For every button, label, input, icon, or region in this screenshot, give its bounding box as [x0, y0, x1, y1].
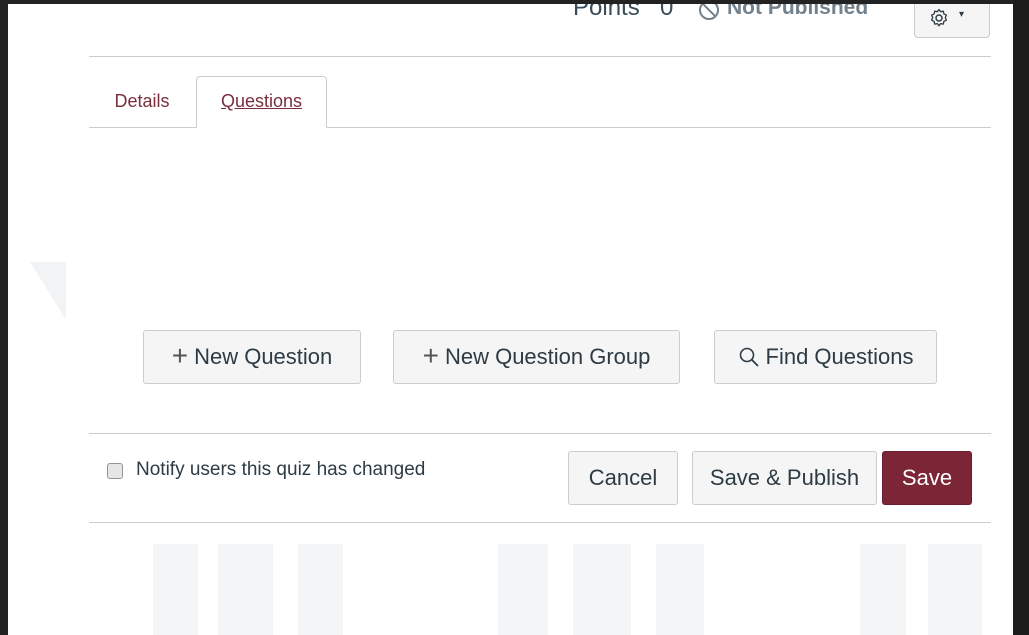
points-value: 0 [660, 4, 674, 21]
new-question-group-label: New Question Group [444, 344, 651, 369]
save-button[interactable]: Save [882, 451, 972, 505]
find-questions-button[interactable]: Find Questions [714, 330, 937, 384]
cancel-button[interactable]: Cancel [568, 451, 678, 505]
new-question-button[interactable]: + New Question [143, 330, 361, 384]
background-shape [218, 544, 273, 635]
new-question-label: New Question [194, 344, 333, 369]
save-publish-button[interactable]: Save & Publish [692, 451, 877, 505]
tab-questions[interactable]: Questions [196, 76, 327, 128]
find-questions-label: Find Questions [765, 344, 914, 369]
background-shape [656, 544, 704, 635]
gear-icon [930, 8, 948, 27]
tab-details[interactable]: Details [89, 76, 195, 126]
notify-users-checkbox[interactable] [107, 463, 123, 479]
search-icon [739, 347, 758, 367]
background-shape [30, 262, 66, 320]
quiz-editor-page: Points 0 Not Published ▾ Details Questio… [8, 4, 1013, 635]
plus-icon: + [422, 340, 439, 371]
save-label: Save [901, 465, 953, 490]
notify-users-label: Notify users this quiz has changed [136, 459, 426, 480]
publish-status: Not Published [727, 4, 869, 19]
chevron-down-icon: ▾ [959, 9, 965, 20]
quiz-header: Points 0 Not Published ▾ [8, 4, 1013, 56]
background-shape [298, 544, 343, 635]
background-shape [573, 544, 631, 635]
settings-menu-button[interactable]: ▾ [914, 4, 990, 38]
header-divider [89, 56, 991, 57]
background-shape [860, 544, 906, 635]
window-edge [1013, 0, 1029, 635]
quiz-tabs: Details Questions [89, 76, 991, 128]
plus-icon: + [171, 340, 189, 371]
not-published-icon [699, 4, 719, 20]
background-shape [153, 544, 198, 635]
footer-top-divider [89, 433, 991, 434]
tab-baseline-right [327, 127, 991, 128]
new-question-group-button[interactable]: + New Question Group [393, 330, 680, 384]
cancel-label: Cancel [588, 465, 658, 490]
background-shape [498, 544, 548, 635]
points-label: Points [573, 4, 640, 21]
tab-baseline-left [89, 127, 196, 128]
background-shape [928, 544, 982, 635]
save-publish-label: Save & Publish [709, 465, 860, 490]
footer-bottom-divider [89, 522, 991, 523]
